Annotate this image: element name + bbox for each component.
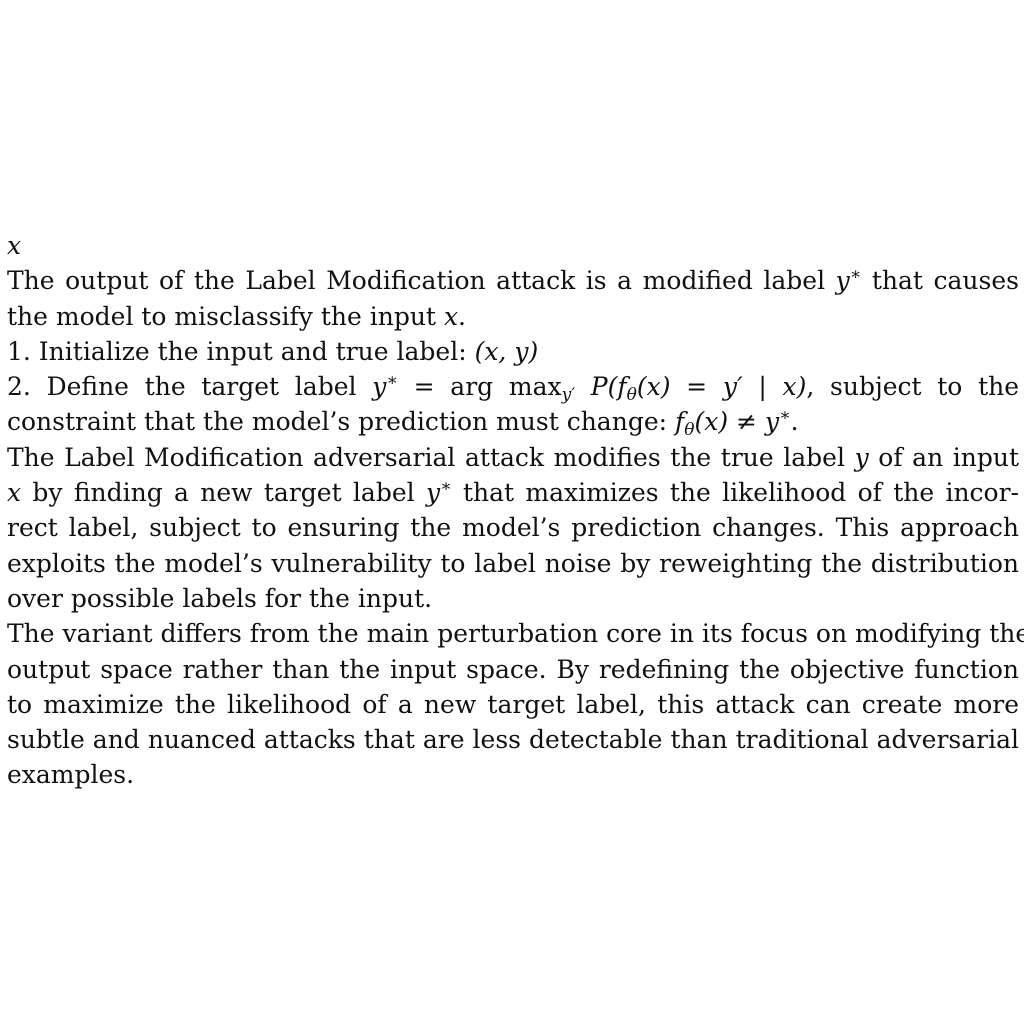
para3-line2: output space rather than the input space… <box>7 654 1019 684</box>
step1-text: 1. Initialize the input and true label: <box>7 336 475 366</box>
para2-line2-text: by finding a new target label <box>21 478 426 508</box>
step2-prob: P(f <box>575 372 627 402</box>
para1-line1: The output of the Label Modification att… <box>7 263 1019 298</box>
step2-argmax: arg max <box>450 372 562 402</box>
para2-line4: exploits the model’s vulnerability to la… <box>7 548 1019 578</box>
para2-line2: x by finding a new target label y∗ that … <box>7 475 1019 510</box>
para3-line1: The variant differs from the main pertur… <box>7 619 1024 649</box>
para3-line3: to maximize the likelihood of a new targ… <box>7 689 1019 719</box>
math-y: y <box>835 266 850 296</box>
step1-math: (x, y) <box>474 336 539 366</box>
para2-math-y2: y <box>425 478 441 508</box>
step2-math-star: ∗ <box>386 370 398 391</box>
para2-line2-tail: that maximizes the likelihood of the inc… <box>451 478 1019 508</box>
para2-line5: over possible labels for the input. <box>7 583 433 613</box>
step2-text: 2. Define the target label <box>7 372 373 402</box>
para2-line1-text: The Label Modification adversarial attac… <box>7 442 855 472</box>
variable-x-line: x <box>7 231 22 260</box>
step2-theta: θ <box>626 384 637 405</box>
para2-math-star: ∗ <box>440 476 452 497</box>
step2-line2-rest: (x) ≠ y <box>694 407 780 437</box>
step2-tail: , subject to the <box>806 372 1020 402</box>
step2-line2-theta: θ <box>684 420 695 441</box>
step2-line2-text: constraint that the model’s prediction m… <box>7 407 675 437</box>
para2-line1-tail: of an input <box>868 442 1019 472</box>
para1-line2-text: the model to misclassify the input <box>7 301 444 331</box>
step2-line2: constraint that the model’s prediction m… <box>7 404 1019 439</box>
step2-line2-tail: . <box>790 407 799 437</box>
para1-line1-text: The output of the Label Modification att… <box>7 266 836 296</box>
math-x: x <box>443 301 459 331</box>
para1-line1-tail: that causes <box>861 266 1019 296</box>
step2-equals: = <box>397 372 451 402</box>
para2-math-y: y <box>854 442 869 472</box>
para1-line2: the model to misclassify the input x. <box>7 299 1019 334</box>
para2-math-x: x <box>7 478 22 508</box>
step2-math-y: y <box>372 372 387 402</box>
step2-prob-rest: (x) = y′ | x) <box>636 372 807 402</box>
step2-argmax-sub: y′ <box>561 384 576 405</box>
para2-line3: rect label, subject to ensuring the mode… <box>7 513 1019 543</box>
step2-line1: 2. Define the target label y∗ = arg maxy… <box>7 369 1019 404</box>
document-body: x The output of the Label Modification a… <box>7 228 1024 793</box>
para3-line5: examples. <box>7 760 135 790</box>
para2-line1: The Label Modification adversarial attac… <box>7 440 1019 475</box>
math-star: ∗ <box>849 264 862 285</box>
para1-line2-tail: . <box>458 301 466 331</box>
step2-line2-star: ∗ <box>779 406 791 427</box>
step2-line2-f: f <box>674 407 685 437</box>
step1-line: 1. Initialize the input and true label: … <box>7 334 1019 369</box>
para3-line4: subtle and nuanced attacks that are less… <box>7 725 1019 755</box>
